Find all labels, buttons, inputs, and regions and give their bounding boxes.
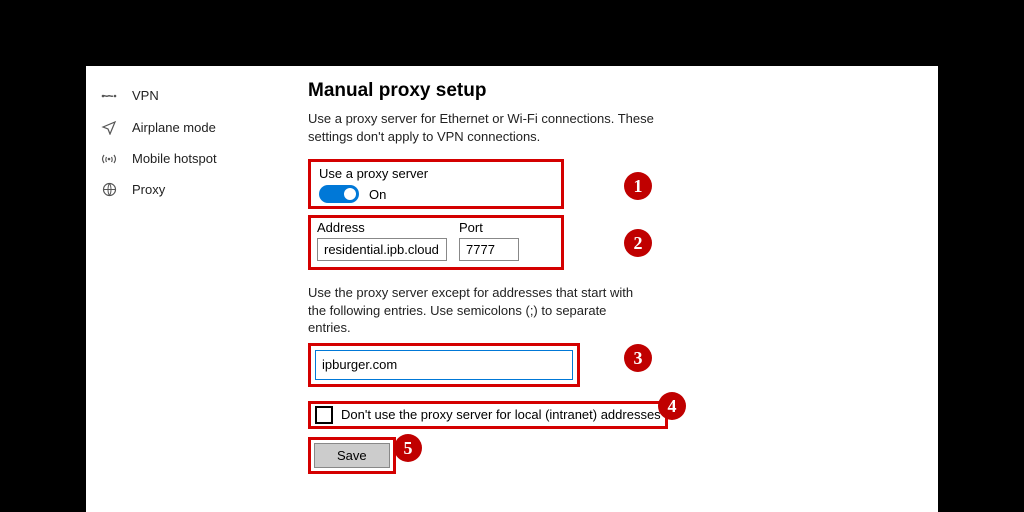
section-title: Manual proxy setup	[308, 80, 914, 102]
annotation-badge-2: 2	[624, 229, 652, 257]
port-input[interactable]	[459, 238, 519, 261]
save-button[interactable]: Save	[314, 443, 390, 468]
address-label: Address	[317, 220, 447, 235]
vpn-icon	[100, 90, 118, 102]
section-description: Use a proxy server for Ethernet or Wi-Fi…	[308, 110, 688, 145]
except-description: Use the proxy server except for addresse…	[308, 284, 648, 337]
highlight-address-port: Address Port	[308, 215, 564, 270]
sidebar-item-label: Mobile hotspot	[132, 151, 217, 166]
port-label: Port	[459, 220, 519, 235]
highlight-exceptions	[308, 343, 580, 387]
sidebar-item-proxy[interactable]: Proxy	[86, 174, 284, 205]
annotation-badge-5: 5	[394, 434, 422, 462]
sidebar-item-vpn[interactable]: VPN	[86, 80, 284, 111]
main-panel: Manual proxy setup Use a proxy server fo…	[284, 66, 938, 512]
toggle-state-text: On	[369, 187, 386, 202]
airplane-icon	[100, 119, 118, 135]
annotation-badge-3: 3	[624, 344, 652, 372]
sidebar-item-label: Airplane mode	[132, 120, 216, 135]
globe-icon	[100, 182, 118, 197]
sidebar-item-airplane[interactable]: Airplane mode	[86, 111, 284, 143]
sidebar-item-hotspot[interactable]: Mobile hotspot	[86, 143, 284, 174]
sidebar: VPN Airplane mode Mobile hotspot Proxy	[86, 66, 284, 512]
hotspot-icon	[100, 152, 118, 166]
sidebar-item-label: VPN	[132, 88, 159, 103]
use-proxy-label: Use a proxy server	[319, 166, 553, 181]
highlight-use-proxy: Use a proxy server On	[308, 159, 564, 209]
annotation-badge-4: 4	[658, 392, 686, 420]
bypass-local-label: Don't use the proxy server for local (in…	[341, 407, 661, 422]
address-input[interactable]	[317, 238, 447, 261]
highlight-save: Save	[308, 437, 396, 474]
settings-window: VPN Airplane mode Mobile hotspot Proxy M…	[86, 66, 938, 512]
exceptions-input[interactable]	[315, 350, 573, 380]
bypass-local-checkbox[interactable]	[315, 406, 333, 424]
annotation-badge-1: 1	[624, 172, 652, 200]
highlight-bypass-local: Don't use the proxy server for local (in…	[308, 401, 668, 429]
sidebar-item-label: Proxy	[132, 182, 165, 197]
use-proxy-toggle[interactable]	[319, 185, 359, 203]
